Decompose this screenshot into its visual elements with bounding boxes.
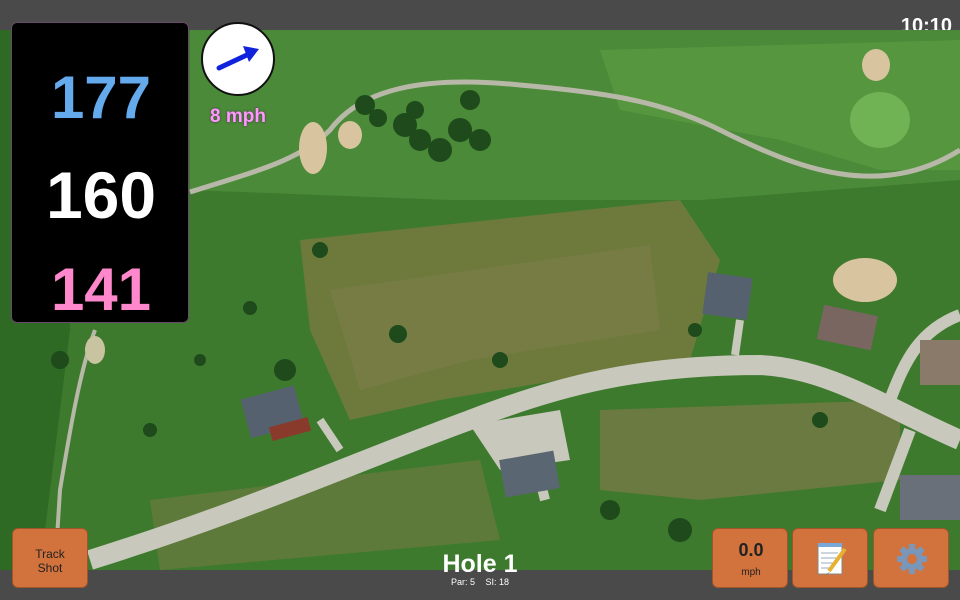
wind-indicator (201, 22, 275, 96)
track-shot-label-line1: Track (35, 547, 65, 561)
hole-title: Hole 1 (442, 550, 518, 578)
track-shot-label-line2: Shot (37, 561, 63, 575)
stroke-index-label: SI: 18 (485, 577, 510, 587)
hole-info: Par: 5 SI: 18 (380, 577, 580, 587)
middle-distance: 160 (45, 158, 157, 232)
track-shot-button[interactable]: Track Shot (12, 528, 88, 588)
speed-button[interactable]: 0.0 mph (712, 528, 788, 588)
wind-speed-label: 8 mph (210, 106, 266, 127)
speed-unit: mph (741, 567, 761, 578)
par-label: Par: 5 (450, 577, 475, 587)
back-distance: 177 (50, 64, 152, 131)
front-distance: 141 (50, 256, 152, 323)
wind-arrow-icon (216, 46, 259, 71)
speed-value: 0.0 (738, 540, 764, 560)
notes-button[interactable] (792, 528, 868, 588)
notepad-icon (817, 543, 847, 575)
gear-icon (897, 544, 927, 574)
distance-panel: 177 160 141 (11, 22, 189, 323)
settings-button[interactable] (873, 528, 949, 588)
